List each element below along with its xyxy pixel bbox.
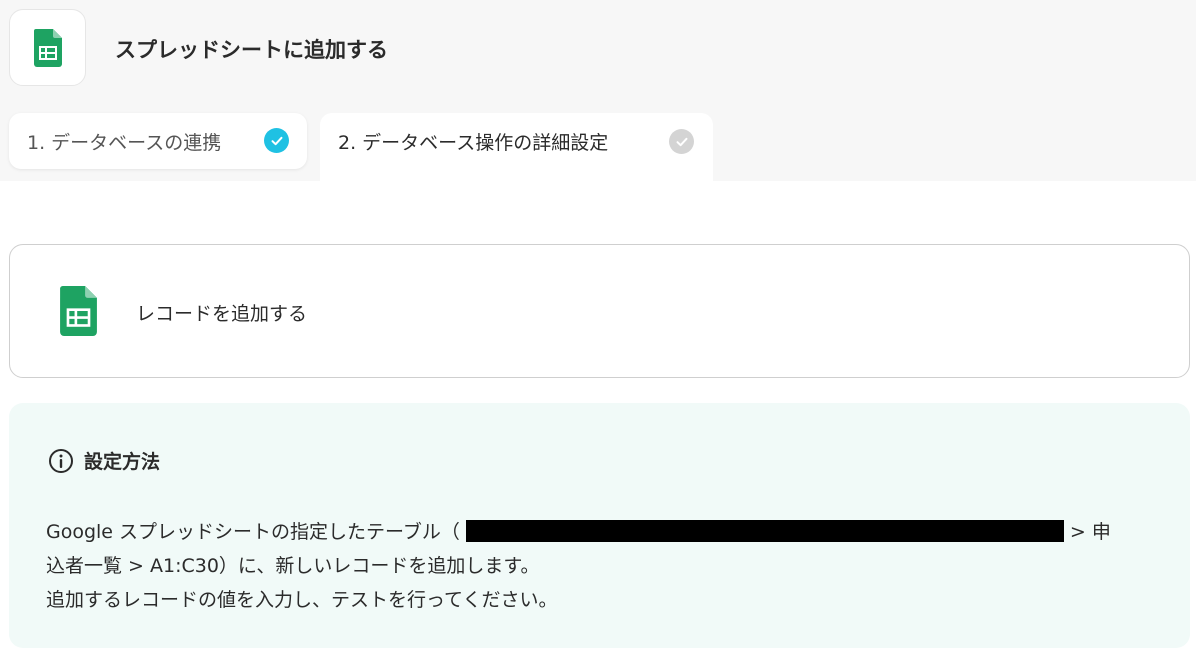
app-icon-box bbox=[9, 9, 86, 86]
check-icon bbox=[669, 129, 694, 154]
info-title: 設定方法 bbox=[84, 451, 161, 473]
tab-label: 2. データベース操作の詳細設定 bbox=[338, 132, 609, 154]
google-sheets-icon bbox=[33, 28, 62, 67]
tab-database-connection[interactable]: 1. データベースの連携 bbox=[9, 113, 307, 169]
info-body: Google スプレッドシートの指定したテーブル（ > 申 込者一覧 > A1:C… bbox=[46, 515, 1156, 617]
tab-label: 1. データベースの連携 bbox=[27, 131, 222, 154]
info-line-1-end: > 申 bbox=[1069, 521, 1111, 543]
info-icon bbox=[49, 449, 73, 473]
google-sheets-icon bbox=[60, 286, 97, 336]
tab-database-operation-settings[interactable]: 2. データベース操作の詳細設定 bbox=[320, 113, 713, 181]
info-line-2: 込者一覧 > A1:C30）に、新しいレコードを追加します。 bbox=[46, 555, 540, 577]
info-card: 設定方法 Google スプレッドシートの指定したテーブル（ > 申 込者一覧 >… bbox=[9, 403, 1190, 648]
action-card[interactable]: レコードを追加する bbox=[9, 244, 1190, 378]
info-line-1-start: Google スプレッドシートの指定したテーブル（ bbox=[46, 521, 460, 543]
info-line-3: 追加するレコードの値を入力し、テストを行ってください。 bbox=[46, 589, 558, 611]
page-title: スプレッドシートに追加する bbox=[115, 38, 388, 62]
action-label: レコードを追加する bbox=[136, 303, 308, 325]
redacted-block bbox=[465, 520, 1064, 542]
info-line-1: Google スプレッドシートの指定したテーブル（ > 申 bbox=[46, 515, 1156, 549]
check-icon bbox=[264, 128, 289, 153]
